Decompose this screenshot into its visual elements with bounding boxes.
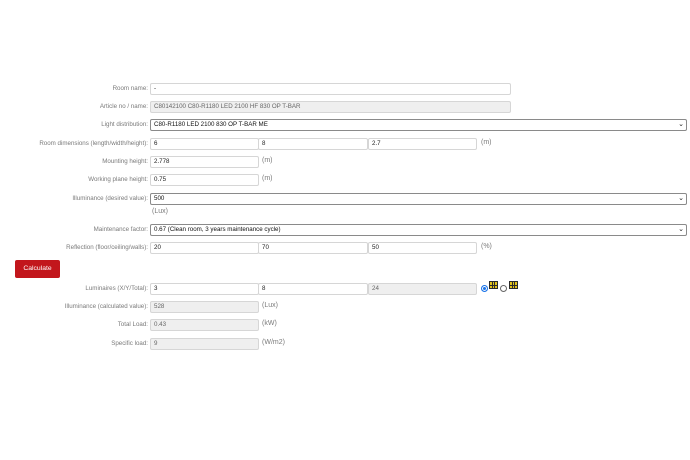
- illuminance-desired-value: 500: [154, 195, 165, 202]
- article-field: C80142100 C80-R1180 LED 2100 HF 830 OP T…: [150, 101, 511, 113]
- specific-load-unit: (W/m2): [262, 339, 285, 346]
- luminaire-grid-icon: [489, 281, 498, 289]
- room-height-input[interactable]: 2.7: [368, 138, 477, 150]
- light-distribution-value: C80-R1180 LED 2100 830 OP T-BAR ME: [154, 121, 268, 128]
- luminaires-y-input[interactable]: 8: [258, 283, 368, 295]
- layout-option-1-radio[interactable]: [481, 285, 488, 292]
- illuminance-desired-select[interactable]: 500 ⌄: [150, 193, 687, 205]
- working-plane-height-unit: (m): [262, 175, 273, 182]
- reflection-floor-input[interactable]: 20: [150, 242, 259, 254]
- mounting-height-input[interactable]: 2.778: [150, 156, 259, 168]
- room-length-input[interactable]: 6: [150, 138, 259, 150]
- luminaires-x-input[interactable]: 3: [150, 283, 259, 295]
- reflection-ceiling-input[interactable]: 70: [258, 242, 368, 254]
- chevron-down-icon: ⌄: [678, 121, 684, 128]
- total-load-field: 0.43: [150, 319, 259, 331]
- room-dimensions-unit: (m): [481, 139, 492, 146]
- chevron-down-icon: ⌄: [678, 195, 684, 202]
- room-dimensions-label: Room dimensions (length/width/height):: [39, 140, 148, 147]
- maintenance-factor-label: Maintenance factor:: [93, 226, 148, 233]
- illuminance-calculated-unit: (Lux): [262, 302, 278, 309]
- room-name-input[interactable]: -: [150, 83, 511, 95]
- mounting-height-unit: (m): [262, 157, 273, 164]
- maintenance-factor-select[interactable]: 0.67 (Clean room, 3 years maintenance cy…: [150, 224, 687, 236]
- luminaire-grid-alt-icon: [509, 281, 518, 289]
- room-width-input[interactable]: 8: [258, 138, 368, 150]
- reflection-unit: (%): [481, 243, 492, 250]
- layout-option-2-radio[interactable]: [500, 285, 507, 292]
- mounting-height-label: Mounting height:: [102, 158, 148, 165]
- illuminance-calculated-field: 528: [150, 301, 259, 313]
- reflection-label: Reflection (floor/ceiling/walls):: [66, 244, 148, 251]
- total-load-label: Total Load:: [117, 321, 148, 328]
- illuminance-desired-unit: (Lux): [152, 208, 168, 215]
- chevron-down-icon: ⌄: [678, 226, 684, 233]
- room-name-label: Room name:: [112, 85, 148, 92]
- luminaires-total-field: 24: [368, 283, 477, 295]
- maintenance-factor-value: 0.67 (Clean room, 3 years maintenance cy…: [154, 226, 281, 233]
- calculate-button[interactable]: Calculate: [15, 260, 60, 278]
- light-distribution-label: Light distribution:: [101, 121, 148, 128]
- light-distribution-select[interactable]: C80-R1180 LED 2100 830 OP T-BAR ME ⌄: [150, 119, 687, 131]
- specific-load-label: Specific load:: [111, 340, 148, 347]
- luminaires-label: Luminaires (X/Y/Total):: [85, 285, 148, 292]
- specific-load-field: 9: [150, 338, 259, 350]
- working-plane-height-label: Working plane height:: [88, 176, 148, 183]
- illuminance-desired-label: Illuminance (desired value):: [72, 195, 148, 202]
- working-plane-height-input[interactable]: 0.75: [150, 174, 259, 186]
- illuminance-calculated-label: Illuminance (calculated value):: [64, 303, 148, 310]
- article-label: Article no / name:: [99, 103, 148, 110]
- reflection-walls-input[interactable]: 50: [368, 242, 477, 254]
- total-load-unit: (kW): [262, 320, 277, 327]
